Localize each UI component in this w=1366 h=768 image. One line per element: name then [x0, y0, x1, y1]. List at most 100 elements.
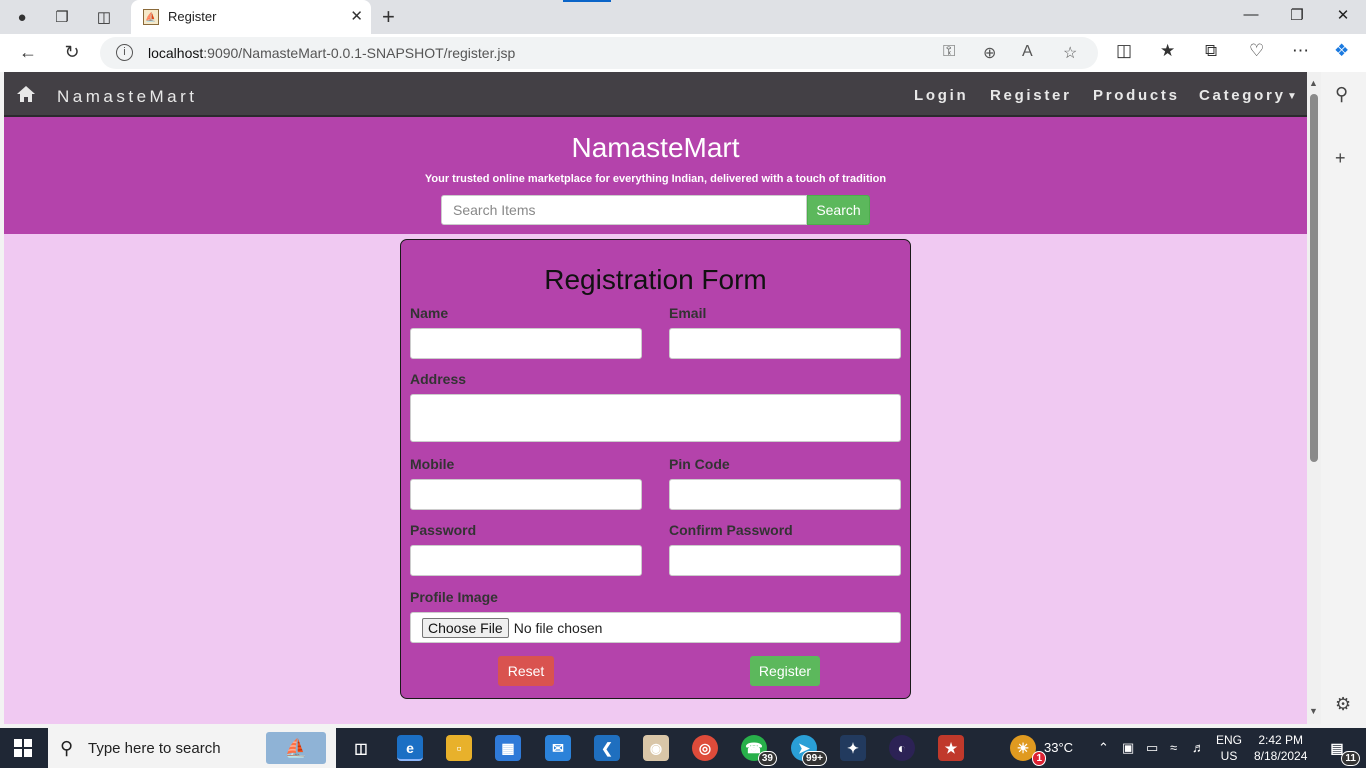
meet-now-icon[interactable]: ▣: [1122, 740, 1134, 756]
tab-title: Register: [168, 9, 217, 24]
nav-products-link[interactable]: Products: [1093, 87, 1180, 104]
scrollbar-thumb[interactable]: [1310, 94, 1318, 462]
hero-banner: NamasteMart Your trusted online marketpl…: [4, 117, 1307, 234]
confirm-password-field[interactable]: [669, 545, 901, 576]
chrome-icon[interactable]: ◎: [692, 735, 718, 761]
reset-button[interactable]: Reset: [498, 656, 554, 686]
edge-sidebar: ⚲ + ⚙: [1325, 72, 1366, 728]
email-field[interactable]: [669, 328, 901, 359]
mysql-workbench-icon[interactable]: ✦: [840, 735, 866, 761]
profile-image-label: Profile Image: [410, 589, 498, 605]
back-icon[interactable]: ←: [16, 42, 40, 63]
address-textarea[interactable]: [410, 394, 901, 442]
password-label: Password: [410, 522, 477, 538]
taskbar-search-box[interactable]: ⚲ Type here to search ⛵: [48, 728, 336, 768]
weather-temperature[interactable]: 33°C: [1044, 740, 1073, 755]
site-navbar: NamasteMart Login Register Products Cate…: [4, 72, 1307, 117]
windows-start-icon[interactable]: [14, 739, 32, 757]
profile-icon[interactable]: ●: [10, 6, 34, 28]
sidebar-search-icon[interactable]: ⚲: [1335, 84, 1348, 105]
taskbar-search-icon: ⚲: [60, 738, 74, 758]
navbar-brand[interactable]: NamasteMart: [57, 87, 198, 107]
favorites-icon[interactable]: ★: [1160, 41, 1175, 61]
read-aloud-icon[interactable]: A: [1022, 43, 1033, 61]
region-code: US: [1220, 749, 1238, 763]
split-screen-icon[interactable]: ◫: [1116, 41, 1132, 61]
profile-image-file-input[interactable]: Choose File No file chosen: [410, 612, 901, 643]
language-code: ENG: [1216, 733, 1243, 747]
name-label: Name: [410, 305, 449, 321]
file-status-text: No file chosen: [513, 619, 603, 636]
form-title: Registration Form: [544, 264, 767, 295]
eclipse-icon[interactable]: ◐: [889, 735, 915, 761]
address-bar[interactable]: i localhost:9090/NamasteMart-0.0.1-SNAPS…: [100, 37, 1098, 69]
restore-icon[interactable]: ❐: [1282, 6, 1312, 24]
search-button[interactable]: Search: [807, 195, 870, 225]
volume-icon[interactable]: ♬: [1192, 740, 1205, 755]
name-field[interactable]: [410, 328, 642, 359]
jasper-app-icon[interactable]: ★: [938, 735, 964, 761]
settings-more-icon[interactable]: ⋯: [1292, 41, 1309, 61]
refresh-icon[interactable]: ↻: [60, 42, 84, 63]
url-text[interactable]: localhost:9090/NamasteMart-0.0.1-SNAPSHO…: [148, 45, 515, 61]
nav-category-dropdown[interactable]: Category: [1199, 87, 1286, 104]
show-hidden-icons-icon[interactable]: ⌃: [1098, 740, 1109, 756]
vscode-icon[interactable]: ❮: [594, 735, 620, 761]
register-button[interactable]: Register: [750, 656, 820, 686]
edge-browser-icon[interactable]: e: [397, 735, 423, 761]
scroll-down-icon[interactable]: ▼: [1309, 706, 1318, 716]
sidebar-add-icon[interactable]: +: [1335, 148, 1346, 169]
tab-strip-accent: [563, 0, 611, 2]
nav-register-link[interactable]: Register: [990, 87, 1072, 104]
task-view-icon[interactable]: ◫: [348, 735, 374, 761]
collections-icon[interactable]: ⧉: [1205, 41, 1217, 61]
search-input[interactable]: [441, 195, 807, 225]
weather-icon[interactable]: ☀ 1: [1010, 735, 1046, 766]
new-tab-icon[interactable]: +: [382, 4, 395, 30]
language-indicator[interactable]: ENG US: [1216, 732, 1242, 764]
scroll-up-icon[interactable]: ▲: [1309, 78, 1318, 88]
password-field[interactable]: [410, 545, 642, 576]
wifi-icon[interactable]: ≈: [1170, 740, 1177, 755]
system-clock[interactable]: 2:42 PM 8/18/2024: [1254, 732, 1307, 764]
search-highlight-ship-icon[interactable]: ⛵: [266, 732, 326, 764]
file-explorer-icon[interactable]: ▫: [446, 735, 472, 761]
caret-down-icon[interactable]: ▼: [1287, 91, 1300, 102]
mobile-field[interactable]: [410, 479, 642, 510]
copilot-icon[interactable]: ❖: [1334, 41, 1349, 61]
password-key-icon[interactable]: ⚿: [943, 43, 955, 61]
favorite-star-icon[interactable]: ☆: [1063, 43, 1077, 63]
url-host: localhost: [148, 45, 204, 61]
pincode-label: Pin Code: [669, 456, 730, 472]
telegram-icon[interactable]: ➤ 99+: [791, 735, 827, 766]
nav-login-link[interactable]: Login: [914, 87, 968, 104]
sidebar-settings-icon[interactable]: ⚙: [1335, 694, 1351, 715]
pincode-field[interactable]: [669, 479, 901, 510]
whatsapp-icon[interactable]: ☎ 39: [741, 735, 777, 766]
site-title: NamasteMart: [571, 132, 740, 163]
whatsapp-badge: 39: [757, 751, 777, 766]
site-tagline: Your trusted online marketplace for ever…: [424, 173, 887, 185]
mobile-label: Mobile: [410, 456, 455, 472]
page-scrollbar[interactable]: ▲ ▼: [1307, 72, 1321, 724]
registration-form: Registration Form Name Email Address Mob…: [400, 239, 911, 699]
battery-icon[interactable]: ▭: [1146, 740, 1158, 756]
url-path: :9090/NamasteMart-0.0.1-SNAPSHOT/registe…: [203, 45, 516, 61]
browser-toolbar: ← ↻ i localhost:9090/NamasteMart-0.0.1-S…: [0, 34, 1366, 72]
paint-icon[interactable]: ◉: [643, 735, 669, 761]
minimize-icon[interactable]: —: [1236, 6, 1266, 23]
tab-actions-icon[interactable]: ◫: [92, 6, 116, 28]
home-icon[interactable]: [16, 84, 36, 104]
site-info-icon[interactable]: i: [116, 44, 133, 61]
browser-tab-register[interactable]: ⛵ Register ✕: [131, 0, 371, 34]
choose-file-button[interactable]: Choose File: [422, 617, 509, 638]
zoom-out-icon[interactable]: ⊕: [983, 43, 996, 63]
browser-essentials-icon[interactable]: ♡: [1249, 41, 1264, 61]
close-window-icon[interactable]: ✕: [1328, 6, 1358, 24]
notification-center-icon[interactable]: ▤ 11: [1324, 735, 1360, 766]
microsoft-store-icon[interactable]: ▦: [495, 735, 521, 761]
workspaces-icon[interactable]: ❐: [50, 6, 74, 28]
close-tab-icon[interactable]: ✕: [350, 7, 363, 25]
taskbar-search-placeholder: Type here to search: [88, 740, 221, 757]
mail-icon[interactable]: ✉: [545, 735, 571, 761]
